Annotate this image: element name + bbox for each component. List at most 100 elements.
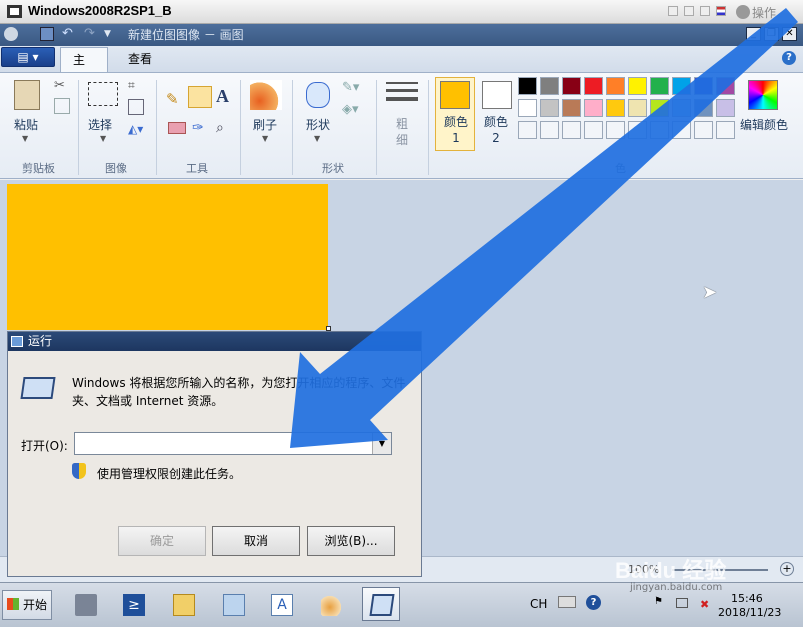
clock-time[interactable]: 15:46 xyxy=(731,592,763,605)
paste-dropdown-icon[interactable]: ▼ xyxy=(22,134,28,143)
open-input[interactable] xyxy=(74,432,392,455)
drawing-canvas[interactable] xyxy=(7,184,328,330)
select-icon[interactable] xyxy=(88,82,118,106)
palette-swatch[interactable] xyxy=(606,99,625,117)
language-indicator[interactable]: CH xyxy=(530,597,547,611)
vm-operate-menu[interactable]: 操作 xyxy=(752,4,776,21)
color2-button[interactable] xyxy=(482,81,512,109)
gear-icon[interactable] xyxy=(736,5,750,19)
taskbar-wordpad[interactable]: A xyxy=(262,587,300,621)
edit-colors-icon[interactable] xyxy=(748,80,778,110)
shapes-button[interactable]: 形状 xyxy=(306,116,330,133)
palette-swatch[interactable] xyxy=(694,121,713,139)
tab-home[interactable]: 主页 xyxy=(60,47,108,91)
resize-icon[interactable] xyxy=(128,99,144,115)
flag-icon[interactable] xyxy=(716,6,726,16)
palette-swatch[interactable] xyxy=(628,77,647,95)
palette-swatch[interactable] xyxy=(584,77,603,95)
minimize-button[interactable]: _ xyxy=(746,27,761,41)
size-button[interactable]: 粗细 xyxy=(394,116,410,148)
brush-icon[interactable] xyxy=(250,80,282,110)
fill-shape-icon[interactable]: ◈▾ xyxy=(342,102,359,117)
palette-swatch[interactable] xyxy=(584,121,603,139)
zoom-in-icon[interactable]: + xyxy=(780,562,794,576)
select-dropdown-icon[interactable]: ▼ xyxy=(100,134,106,143)
open-dropdown-icon[interactable]: ▼ xyxy=(372,433,391,454)
outline-icon[interactable]: ✎▾ xyxy=(342,80,359,95)
copy-icon[interactable] xyxy=(54,98,70,114)
taskbar-powershell[interactable]: ≥ xyxy=(114,587,152,621)
taskbar-explorer[interactable] xyxy=(164,587,202,621)
fill-icon[interactable] xyxy=(188,86,212,108)
palette-swatch[interactable] xyxy=(540,77,559,95)
eraser-icon[interactable] xyxy=(168,122,186,134)
restore-button[interactable]: ❐ xyxy=(764,27,779,41)
paint-app-icon[interactable] xyxy=(4,27,18,41)
cancel-button[interactable]: 取消 xyxy=(212,526,300,556)
text-icon[interactable]: A xyxy=(216,86,229,107)
palette-swatch[interactable] xyxy=(716,121,735,139)
palette-swatch[interactable] xyxy=(628,99,647,117)
taskbar-network[interactable] xyxy=(214,587,252,621)
taskbar-run[interactable] xyxy=(362,587,400,621)
paste-button[interactable]: 粘贴 xyxy=(14,116,38,133)
palette-swatch[interactable] xyxy=(606,77,625,95)
clock-date[interactable]: 2018/11/23 xyxy=(718,606,781,619)
shapes-icon[interactable] xyxy=(306,82,330,108)
shapes-dropdown-icon[interactable]: ▼ xyxy=(314,134,320,143)
help-tray-icon[interactable]: ? xyxy=(586,595,601,610)
keyboard-icon[interactable] xyxy=(558,596,576,608)
brushes-dropdown-icon[interactable]: ▼ xyxy=(262,134,268,143)
pencil-icon[interactable]: ✎ xyxy=(166,90,179,108)
browse-button[interactable]: 浏览(B)... xyxy=(307,526,395,556)
cut-icon[interactable]: ✂ xyxy=(54,78,65,93)
palette-swatch[interactable] xyxy=(672,99,691,117)
palette-swatch[interactable] xyxy=(606,121,625,139)
undo-icon[interactable]: ↶ xyxy=(62,27,76,41)
tab-view[interactable]: 查看 xyxy=(116,47,164,72)
redo-icon[interactable]: ↷ xyxy=(84,27,98,41)
palette-swatch[interactable] xyxy=(672,77,691,95)
palette-swatch[interactable] xyxy=(650,99,669,117)
vm-btn-1[interactable] xyxy=(668,6,678,16)
close-button[interactable]: ✕ xyxy=(782,27,797,41)
palette-swatch[interactable] xyxy=(562,77,581,95)
magnifier-icon[interactable]: ⌕ xyxy=(216,120,224,136)
paint-menu-button[interactable]: ▤ ▾ xyxy=(1,47,55,67)
clipboard-icon[interactable] xyxy=(14,80,40,110)
tray-flag-icon[interactable]: ⚑ xyxy=(654,596,663,607)
palette-swatch[interactable] xyxy=(716,99,735,117)
rotate-icon[interactable]: ◭▾ xyxy=(128,122,143,136)
brushes-button[interactable]: 刷子 xyxy=(253,116,277,133)
help-icon[interactable]: ? xyxy=(782,51,796,65)
color-picker-icon[interactable]: ✑ xyxy=(192,120,204,136)
palette-swatch[interactable] xyxy=(518,99,537,117)
palette-swatch[interactable] xyxy=(716,77,735,95)
vm-btn-2[interactable] xyxy=(684,6,694,16)
size-icon[interactable] xyxy=(386,82,418,106)
ok-button[interactable]: 确定 xyxy=(118,526,206,556)
qa-dropdown-icon[interactable]: ▼ xyxy=(104,27,118,41)
palette-swatch[interactable] xyxy=(672,121,691,139)
palette-swatch[interactable] xyxy=(584,99,603,117)
palette-swatch[interactable] xyxy=(650,121,669,139)
palette-swatch[interactable] xyxy=(518,77,537,95)
edit-colors-button[interactable]: 编辑颜色 xyxy=(740,116,788,133)
volume-muted-icon[interactable]: ✖ xyxy=(700,598,709,611)
palette-swatch[interactable] xyxy=(540,99,559,117)
taskbar-paint[interactable] xyxy=(312,587,350,621)
palette-swatch[interactable] xyxy=(694,77,713,95)
palette-swatch[interactable] xyxy=(562,121,581,139)
select-button[interactable]: 选择 xyxy=(88,116,112,133)
palette-swatch[interactable] xyxy=(518,121,537,139)
palette-swatch[interactable] xyxy=(628,121,647,139)
vm-btn-3[interactable] xyxy=(700,6,710,16)
palette-swatch[interactable] xyxy=(540,121,559,139)
save-icon[interactable] xyxy=(40,27,54,41)
palette-swatch[interactable] xyxy=(694,99,713,117)
palette-swatch[interactable] xyxy=(562,99,581,117)
crop-icon[interactable]: ⌗ xyxy=(128,78,144,94)
network-tray-icon[interactable] xyxy=(676,598,688,608)
taskbar-server-manager[interactable] xyxy=(66,587,104,621)
palette-swatch[interactable] xyxy=(650,77,669,95)
